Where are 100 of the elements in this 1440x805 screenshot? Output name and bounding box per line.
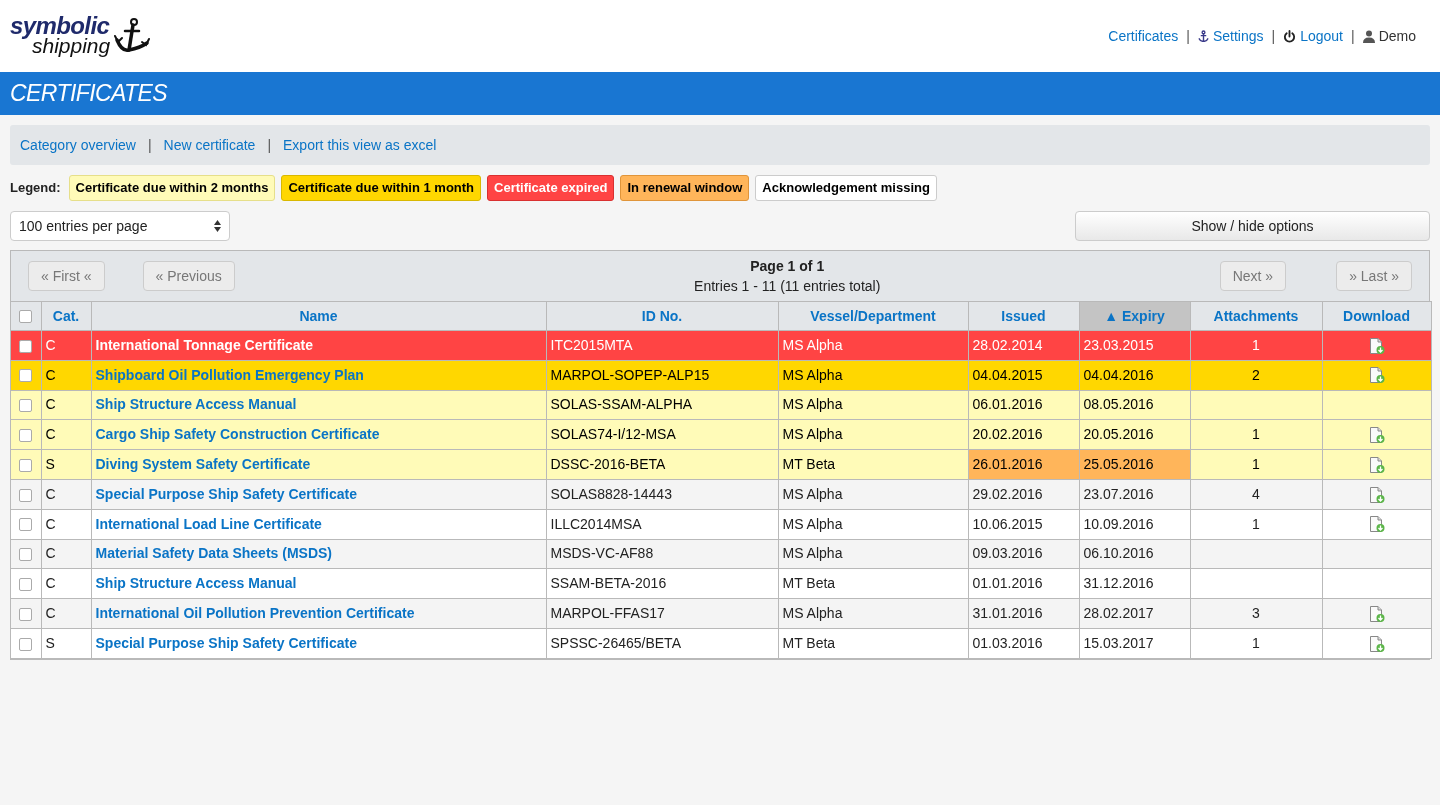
column-header[interactable]: Download	[1322, 301, 1431, 331]
certificate-row[interactable]: C International Oil Pollution Prevention Certificate MARPOL-FFAS17 MS Alpha 31.01.2016 28.02.2017 3	[11, 598, 1431, 629]
table-cell: 28.02.2014	[968, 330, 1079, 361]
table-cell: C	[41, 568, 91, 599]
legend-tag: In renewal window	[620, 175, 750, 201]
table-cell: MS Alpha	[778, 390, 968, 420]
table-cell: SOLAS8828-14443	[546, 479, 778, 510]
row-checkbox[interactable]	[19, 578, 33, 592]
table-cell: C	[41, 330, 91, 361]
column-header[interactable]: Vessel/Department	[778, 301, 968, 331]
previous-page-button[interactable]: « Previous	[142, 261, 235, 291]
document-download-icon[interactable]	[1368, 486, 1385, 504]
table-cell: 06.10.2016	[1079, 539, 1190, 569]
page-size-select[interactable]: 100 entries per page	[10, 211, 230, 241]
row-checkbox[interactable]	[19, 607, 33, 621]
table-cell: 25.05.2016	[1079, 449, 1190, 480]
column-header[interactable]: ID No.	[546, 301, 778, 331]
certificate-row[interactable]: S Diving System Safety Certificate DSSC-2016-BETA MT Beta 26.01.2016 25.05.2016 1	[11, 449, 1431, 480]
action-link[interactable]: Category overview	[20, 134, 136, 156]
table-cell: 01.01.2016	[968, 568, 1079, 599]
select-arrows-icon	[214, 220, 221, 232]
entries-summary: Entries 1 - 11 (11 entries total)	[694, 277, 881, 296]
options-button[interactable]: Show / hide options	[1075, 211, 1430, 241]
table-cell: 01.03.2016	[968, 628, 1079, 659]
table-cell: 31.01.2016	[968, 598, 1079, 629]
table-cell: 2	[1190, 360, 1322, 391]
nav-link[interactable]: Logout	[1300, 25, 1343, 47]
column-header[interactable]: Attachments	[1190, 301, 1322, 331]
table-cell: SPSSC-26465/BETA	[546, 628, 778, 659]
row-checkbox[interactable]	[19, 429, 33, 443]
table-cell: 10.06.2015	[968, 509, 1079, 540]
table-cell: MT Beta	[778, 449, 968, 480]
table-cell: MS Alpha	[778, 360, 968, 391]
row-checkbox[interactable]	[19, 399, 33, 413]
table-cell: 09.03.2016	[968, 539, 1079, 569]
document-download-icon[interactable]	[1368, 427, 1385, 445]
column-header[interactable]: Name	[91, 301, 546, 331]
last-page-button[interactable]: » Last »	[1336, 261, 1412, 291]
table-cell: 08.05.2016	[1079, 390, 1190, 420]
document-download-icon[interactable]	[1368, 516, 1385, 534]
nav-link[interactable]: Certificates	[1108, 25, 1179, 47]
row-checkbox[interactable]	[19, 369, 33, 383]
table-cell: MT Beta	[778, 568, 968, 599]
first-page-button[interactable]: « First «	[28, 261, 105, 291]
column-header[interactable]: Cat.	[41, 301, 91, 331]
nav-link[interactable]: Settings	[1212, 25, 1264, 47]
page-indicator: Page 1 of 1	[750, 257, 825, 276]
table-cell: S	[41, 628, 91, 659]
table-cell: ILLC2014MSA	[546, 509, 778, 540]
certificate-row[interactable]: S Special Purpose Ship Safety Certificate SPSSC-26465/BETA MT Beta 01.03.2016 15.03.2017 1	[11, 628, 1431, 659]
column-header[interactable]: Issued	[968, 301, 1079, 331]
row-checkbox[interactable]	[19, 339, 33, 353]
certificate-row[interactable]: C Shipboard Oil Pollution Emergency Plan MARPOL-SOPEP-ALP15 MS Alpha 04.04.2015 04.04.2016 2	[11, 360, 1431, 391]
certificate-row[interactable]: C Material Safety Data Sheets (MSDS) MSDS-VC-AF88 MS Alpha 09.03.2016 06.10.2016	[11, 539, 1431, 569]
document-download-icon[interactable]	[1368, 635, 1385, 653]
table-cell: C	[41, 360, 91, 391]
document-download-icon[interactable]	[1368, 605, 1385, 623]
document-download-icon[interactable]	[1368, 456, 1385, 474]
table-cell: C	[41, 479, 91, 510]
logo-text: shipping	[32, 36, 111, 56]
power-icon	[1283, 29, 1297, 43]
table-cell: MS Alpha	[778, 598, 968, 629]
table-cell: 15.03.2017	[1079, 628, 1190, 659]
table-cell: SOLAS74-I/12-MSA	[546, 419, 778, 450]
document-download-icon[interactable]	[1368, 367, 1385, 385]
legend-tag: Acknowledgement missing	[755, 175, 937, 201]
table-cell: SSAM-BETA-2016	[546, 568, 778, 599]
table-cell: MARPOL-SOPEP-ALP15	[546, 360, 778, 391]
table-cell: 20.05.2016	[1079, 419, 1190, 450]
next-page-button[interactable]: Next »	[1219, 261, 1287, 291]
table-cell: MS Alpha	[778, 479, 968, 510]
separator: |	[1351, 26, 1355, 46]
table-cell: ITC2015MTA	[546, 330, 778, 361]
separator: |	[1186, 26, 1190, 46]
row-checkbox[interactable]	[19, 518, 33, 532]
row-checkbox[interactable]	[19, 548, 33, 562]
table-cell: C	[41, 390, 91, 420]
column-header[interactable]: ▲ Expiry	[1079, 301, 1190, 331]
table-cell: 1	[1190, 330, 1322, 361]
table-cell: 1	[1190, 449, 1322, 480]
document-download-icon[interactable]	[1368, 337, 1385, 355]
row-checkbox[interactable]	[19, 637, 33, 651]
certificate-row[interactable]: C Ship Structure Access Manual SOLAS-SSAM-ALPHA MS Alpha 06.01.2016 08.05.2016	[11, 390, 1431, 420]
table-cell: 3	[1190, 598, 1322, 629]
table-cell: 1	[1190, 509, 1322, 540]
select-all-checkbox[interactable]	[19, 310, 33, 324]
table-cell: MARPOL-FFAS17	[546, 598, 778, 629]
action-link[interactable]: New certificate	[163, 134, 256, 156]
certificate-row[interactable]: C Cargo Ship Safety Construction Certificate SOLAS74-I/12-MSA MS Alpha 20.02.2016 20.05.2016 1	[11, 419, 1431, 450]
certificate-row[interactable]: C International Tonnage Certificate ITC2015MTA MS Alpha 28.02.2014 23.03.2015 1	[11, 330, 1431, 361]
row-checkbox[interactable]	[19, 488, 33, 502]
row-checkbox[interactable]	[19, 458, 33, 472]
table-cell: MS Alpha	[778, 330, 968, 361]
table-cell: 29.02.2016	[968, 479, 1079, 510]
certificate-row[interactable]: C International Load Line Certificate ILLC2014MSA MS Alpha 10.06.2015 10.09.2016 1	[11, 509, 1431, 540]
certificate-row[interactable]: C Special Purpose Ship Safety Certificate SOLAS8828-14443 MS Alpha 29.02.2016 23.07.2016 4	[11, 479, 1431, 510]
table-cell: MS Alpha	[778, 419, 968, 450]
action-link[interactable]: Export this view as excel	[283, 134, 437, 156]
separator: |	[147, 135, 152, 155]
certificate-row[interactable]: C Ship Structure Access Manual SSAM-BETA-2016 MT Beta 01.01.2016 31.12.2016	[11, 568, 1431, 599]
